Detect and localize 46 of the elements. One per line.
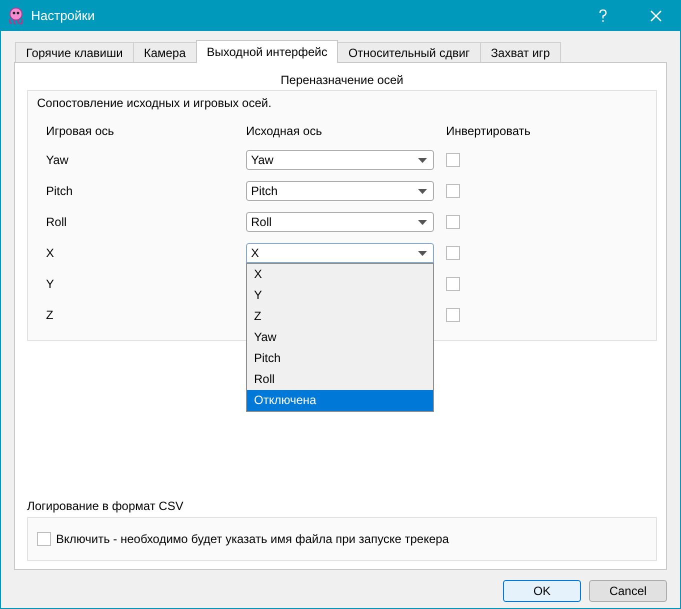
group-title: Переназначение осей (280, 72, 404, 89)
checkbox[interactable] (37, 532, 51, 546)
tab[interactable]: Захват игр (480, 42, 561, 62)
dropdown-option[interactable]: Z (247, 306, 433, 327)
axis-label: Pitch (46, 183, 74, 200)
invert-checkbox[interactable] (446, 215, 460, 229)
dropdown-option[interactable]: Yaw (247, 327, 433, 348)
tab[interactable]: Камера (132, 42, 197, 62)
group-title: Логирование в формат CSV (27, 499, 184, 515)
description-text: Сопостовление исходных и игровых осей. (36, 95, 272, 112)
caret-icon (418, 220, 427, 224)
column-header: Исходная ось (246, 124, 323, 140)
dialog-button[interactable]: OK (503, 580, 581, 602)
dropdown-option[interactable]: Y (247, 285, 433, 306)
axis-dropdown[interactable]: Roll (246, 212, 434, 232)
invert-checkbox[interactable] (446, 184, 460, 198)
axis-dropdown[interactable]: X (246, 243, 434, 263)
axis-label: Z (46, 307, 54, 324)
tab[interactable]: Выходной интерфейс (196, 40, 338, 63)
caret-icon (418, 158, 427, 162)
octopus-icon (7, 6, 25, 24)
axis-label: Roll (46, 214, 68, 231)
dropdown-option[interactable]: X (247, 264, 433, 285)
axis-dropdown[interactable]: Yaw (246, 150, 434, 170)
tab[interactable]: Горячие клавиши (15, 42, 134, 62)
axis-label: Yaw (46, 152, 70, 169)
dropdown-option[interactable]: Отключена (247, 390, 433, 411)
column-header: Инвертировать (446, 124, 532, 140)
close-icon[interactable] (650, 10, 662, 22)
invert-checkbox[interactable] (446, 308, 460, 322)
column-header: Игровая ось (46, 124, 116, 140)
help-icon[interactable] (598, 8, 608, 22)
dialog-button[interactable]: Cancel (589, 580, 667, 602)
tab[interactable]: Относительный сдвиг (337, 42, 481, 62)
axis-label: Y (46, 276, 56, 293)
caret-icon (418, 188, 427, 194)
dropdown-option[interactable]: Pitch (247, 348, 433, 369)
axis-dropdown[interactable]: Pitch (246, 181, 434, 201)
caret-icon (418, 250, 427, 256)
window-title: Настройки (31, 8, 95, 23)
invert-checkbox[interactable] (446, 246, 460, 260)
axis-label: X (46, 245, 56, 262)
invert-checkbox[interactable] (446, 277, 460, 291)
invert-checkbox[interactable] (446, 153, 460, 167)
checkbox-label[interactable]: Включить - необходимо будет указать имя файла при запуске трекера (56, 532, 449, 546)
dropdown-option[interactable]: Roll (247, 369, 433, 390)
